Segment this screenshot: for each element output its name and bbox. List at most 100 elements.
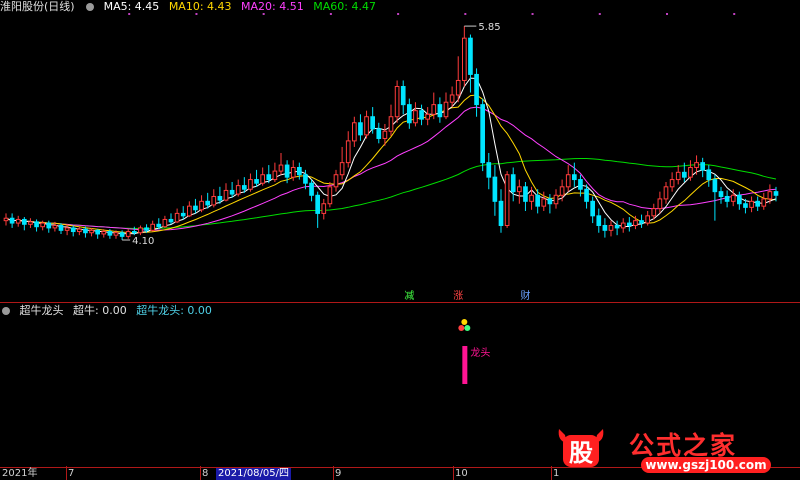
candle (150, 220, 155, 232)
candle (339, 146, 345, 180)
top-marker (128, 13, 131, 15)
candle (510, 167, 516, 202)
logo-char: 股 (569, 439, 593, 467)
axis-month-9: 9 (335, 468, 342, 479)
candle (425, 107, 431, 126)
candle (657, 191, 663, 214)
candle-body (694, 162, 699, 168)
candle (272, 162, 278, 182)
indicator-gear-icon[interactable] (2, 307, 10, 315)
candle (455, 56, 461, 103)
candle-body (596, 215, 602, 226)
high-price-label: 5.85 (478, 22, 500, 33)
candle (706, 165, 712, 187)
candle-body (547, 198, 553, 205)
candle (70, 225, 76, 237)
axis-month-10: 10 (455, 468, 468, 479)
candle-body (688, 166, 693, 178)
candle-body (749, 200, 754, 208)
candle (523, 181, 528, 211)
candle (22, 217, 27, 231)
candle-body (633, 220, 638, 226)
candle-body (614, 224, 620, 229)
candle-body (107, 231, 113, 236)
candle (407, 98, 412, 129)
candle-body (77, 228, 82, 233)
candle-body (9, 217, 15, 224)
candle (187, 201, 192, 218)
candle (358, 114, 363, 141)
candle-body (327, 186, 333, 205)
candle-body (627, 222, 632, 226)
candle (645, 210, 650, 226)
candle (28, 218, 33, 228)
axis-month-8: 8 (202, 468, 209, 479)
candle-body (193, 205, 198, 211)
selected-date-label: 2021/08/05/四 (216, 468, 292, 480)
candle-body (425, 113, 431, 120)
candle-body (376, 128, 382, 139)
candle-body (706, 169, 712, 181)
candle (724, 190, 730, 208)
axis-tick (551, 466, 552, 480)
candle-body (486, 162, 492, 178)
candle-body (682, 171, 687, 178)
watermark-url[interactable]: www.gszj100.com (641, 457, 771, 473)
candle (333, 169, 339, 192)
candle (9, 213, 15, 228)
candle (419, 104, 424, 126)
candle-body (492, 176, 498, 202)
signal-bar (462, 346, 468, 384)
candle (89, 227, 94, 237)
candle-body (388, 116, 394, 132)
candle (590, 196, 595, 224)
candle (388, 104, 394, 137)
candle-body (565, 174, 571, 188)
axis-tick (66, 466, 67, 480)
candle (437, 97, 443, 123)
signal-label: 龙头 (470, 346, 490, 359)
candle-body (290, 166, 296, 178)
candle-body (419, 110, 424, 120)
candle-body (297, 166, 302, 176)
candle-body (443, 101, 449, 118)
candle (162, 215, 168, 228)
top-marker (733, 13, 736, 15)
candle-body (260, 174, 266, 184)
candle-body (474, 73, 479, 106)
candle-body (504, 174, 510, 226)
candle-body (119, 232, 125, 237)
candle (462, 26, 467, 87)
candle (376, 122, 382, 144)
candle-body (431, 104, 437, 115)
candle-body (541, 198, 547, 207)
ma5-line (5, 77, 777, 235)
candle-body (364, 116, 369, 136)
candle (193, 198, 198, 214)
candle-body (223, 189, 229, 201)
candle (223, 183, 229, 202)
candle (180, 206, 186, 220)
top-marker (464, 13, 467, 15)
candlestick-chart[interactable]: 5.85 4.10 减 涨 财 (0, 0, 800, 300)
candle-body (743, 203, 748, 208)
candle-body (101, 231, 107, 235)
ma60-line (5, 158, 777, 230)
candle-body (15, 218, 21, 224)
candle-body (150, 223, 155, 231)
candle-body (309, 182, 314, 196)
candle-body (278, 164, 284, 172)
candle-body (3, 217, 9, 222)
candle-body (113, 232, 119, 236)
axis-tick (333, 466, 334, 480)
candle (229, 181, 235, 198)
candle (235, 179, 241, 197)
axis-year-label: 2021年 (2, 468, 38, 479)
candle-body (559, 186, 565, 196)
candle (486, 152, 492, 190)
candle (718, 186, 724, 204)
candle-body (229, 189, 235, 195)
candle (468, 34, 473, 93)
candle-body (639, 220, 644, 224)
candle-body (468, 37, 473, 75)
